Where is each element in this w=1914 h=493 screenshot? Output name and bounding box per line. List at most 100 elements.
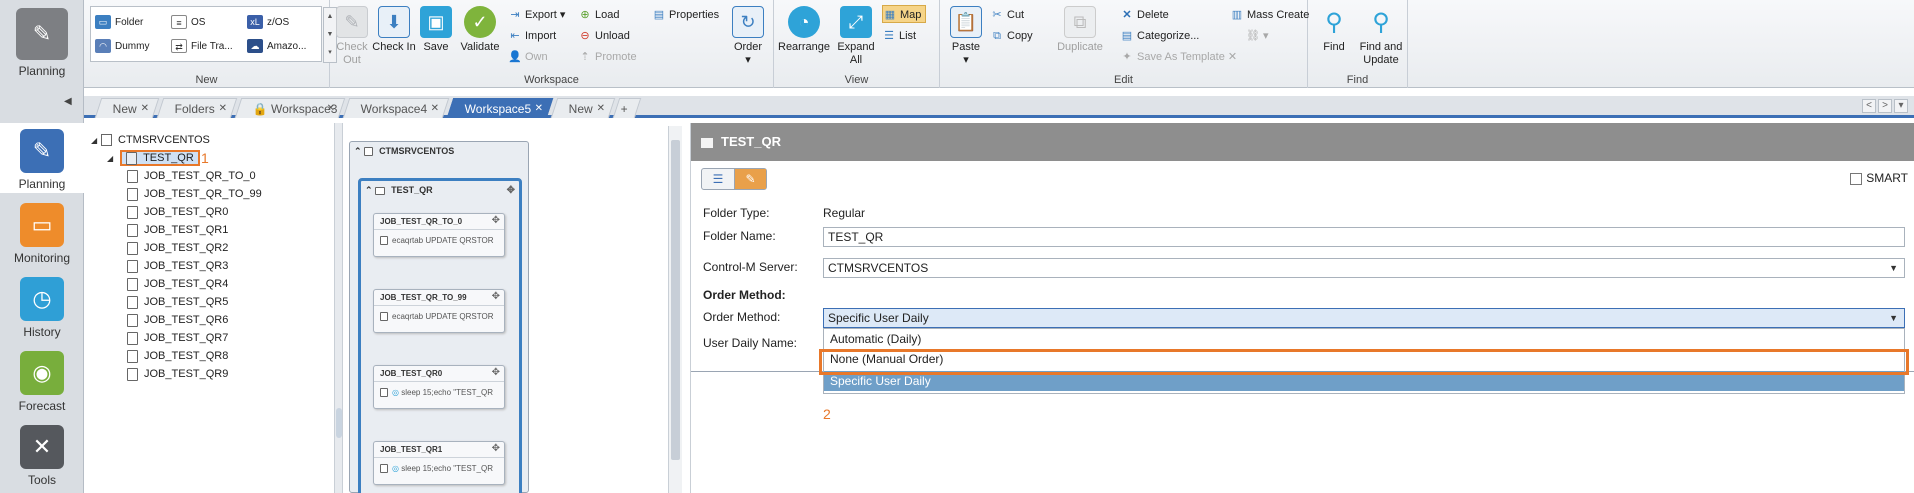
tree-job-node[interactable]: JOB_TEST_QR7 [127,329,228,347]
copy-button[interactable]: ⧉ Copy [990,27,1033,45]
order-method-select[interactable]: Specific User Daily ▼ [823,308,1905,328]
gallery-item-os[interactable]: ≡ OS [171,13,205,33]
tree-job-node[interactable]: JOB_TEST_QR2 [127,239,228,257]
next-tab-icon[interactable]: > [1878,99,1892,113]
collapse-triangle-icon[interactable]: ◢ [107,150,117,168]
tree-splitter[interactable] [335,123,343,493]
import-button[interactable]: ⇤ Import [508,27,556,45]
duplicate-button[interactable]: ⧉ Duplicate [1052,6,1108,54]
gallery-item-amazon[interactable]: ☁ Amazo... [247,37,306,57]
unload-button[interactable]: ⊖ Unload [578,27,629,45]
rail-item-planning[interactable]: ✎ Planning [0,123,84,193]
move-handle-icon[interactable]: ✥ [492,291,500,302]
splitter-grip[interactable] [336,408,342,438]
move-handle-icon[interactable]: ✥ [507,182,515,200]
tree-job-node[interactable]: JOB_TEST_QR4 [127,275,228,293]
folder-name-field[interactable]: TEST_QR [823,227,1905,247]
tree-folder-node[interactable]: ◢ TEST_QR [107,149,200,167]
selected-folder[interactable]: TEST_QR [120,150,200,166]
find-button[interactable]: ⚲ Find [1312,6,1356,54]
checkbox-box[interactable] [1850,172,1863,185]
paste-button[interactable]: 📋 Paste ▾ [944,6,988,67]
tree-job-node[interactable]: JOB_TEST_QR_TO_0 [127,167,256,185]
tree-job-label: JOB_TEST_QR0 [144,206,229,218]
find-and-update-button[interactable]: ⚲ Find and Update [1356,6,1406,67]
job-card[interactable]: JOB_TEST_QR0 ✥ ◎ sleep 15;echo "TEST_QR [373,365,505,409]
link-dropdown-button[interactable]: ⛓ ▾ [1246,27,1269,45]
close-icon[interactable]: ✕ [430,99,438,119]
tree-job-node[interactable]: JOB_TEST_QR6 [127,311,228,329]
rail-item-tools[interactable]: ✕ Tools [0,425,84,487]
mass-create-button[interactable]: ▥ Mass Create [1230,6,1310,24]
job-card[interactable]: JOB_TEST_QR_TO_99 ✥ ecaqrtab UPDATE QRSTOR [373,289,505,333]
map-view-button[interactable]: ▦ Map [882,5,927,23]
job-card[interactable]: JOB_TEST_QR1 ✥ ◎ sleep 15;echo "TEST_QR [373,441,505,485]
load-button[interactable]: ⊕ Load [578,6,619,24]
tab-workspace4[interactable]: Workspace4 ✕ [342,98,450,119]
export-button[interactable]: ⇥ Export ▾ [508,6,565,24]
tree-job-node[interactable]: JOB_TEST_QR0 [127,203,228,221]
tree-server-node[interactable]: ◢ CTMSRVCENTOS [91,131,210,149]
tab-workspace5[interactable]: Workspace5 ✕ [446,98,554,119]
tree-job-node[interactable]: JOB_TEST_QR8 [127,347,228,365]
cut-button[interactable]: ✂ Cut [990,6,1024,24]
tab-new-2[interactable]: New ✕ [550,98,616,119]
check-in-button[interactable]: ⬇ Check In [372,6,416,54]
prev-tab-icon[interactable]: < [1862,99,1876,113]
rail-top-planning[interactable]: ✎ Planning [0,8,84,78]
map-scrollbar[interactable] [668,126,682,493]
validate-button[interactable]: ✓ Validate [458,6,502,54]
gallery-item-file-transfer[interactable]: ⇄ File Tra... [171,37,233,57]
order-button[interactable]: ↻ Order ▾ [726,6,770,67]
own-button[interactable]: 👤 Own [508,48,547,66]
gallery-item-zos[interactable]: xL z/OS [247,13,289,33]
add-tab-button[interactable]: + [612,98,642,118]
option-automatic-daily[interactable]: Automatic (Daily) [824,329,1904,349]
tab-folders[interactable]: Folders ✕ [156,98,238,119]
move-handle-icon[interactable]: ✥ [492,367,500,378]
gallery-item-folder[interactable]: ▭ Folder [95,13,143,33]
close-icon[interactable]: ✕ [140,99,148,119]
job-card[interactable]: JOB_TEST_QR_TO_0 ✥ ecaqrtab UPDATE QRSTOR [373,213,505,257]
tree-job-node[interactable]: JOB_TEST_QR5 [127,293,228,311]
collapse-icon[interactable]: ⌃ [365,185,373,195]
delete-button[interactable]: ✕ Delete [1120,6,1168,24]
gallery-item-dummy[interactable]: ◠ Dummy [95,37,149,57]
collapse-triangle-icon[interactable]: ◢ [91,132,101,150]
tab-workspace3[interactable]: 🔒 Workspace3 ✕ [234,98,346,119]
save-as-template-button[interactable]: ✦ Save As Template ✕ [1120,48,1237,66]
properties-button[interactable]: ▤ Properties [652,6,719,24]
save-button[interactable]: ▣ Save [414,6,458,54]
tab-menu-icon[interactable]: ▾ [1894,99,1908,113]
close-icon[interactable]: ✕ [218,99,226,119]
map-server-box[interactable]: ⌃ CTMSRVCENTOS ⌃ TEST_QR ✥ JOB_TEST_QR_TO… [349,141,529,493]
close-icon[interactable]: ✕ [596,99,604,119]
rail-item-forecast[interactable]: ◉ Forecast [0,351,84,413]
tree-job-node[interactable]: JOB_TEST_QR9 [127,365,228,383]
smart-checkbox[interactable]: SMART [1850,171,1908,185]
expand-all-button[interactable]: ⤢ Expand All [834,6,878,67]
categorize-button[interactable]: ▤ Categorize... [1120,27,1200,45]
tree-job-node[interactable]: JOB_TEST_QR3 [127,257,228,275]
list-view-button[interactable]: ☰ List [882,27,916,45]
control-m-server-select[interactable]: CTMSRVCENTOS ▼ [823,258,1905,278]
scroll-thumb[interactable] [671,140,680,460]
promote-button[interactable]: ⇡ Promote [578,48,636,66]
tab-new[interactable]: New ✕ [94,98,160,119]
edit-mode-icon[interactable]: ✎ [734,169,766,189]
rearrange-button[interactable]: ◔ Rearrange [778,6,830,54]
move-handle-icon[interactable]: ✥ [492,215,500,226]
collapse-icon[interactable]: ⌃ [354,146,362,156]
close-icon[interactable]: ✕ [534,99,542,119]
rail-item-history[interactable]: ◷ History [0,277,84,339]
gallery-item-label: z/OS [267,17,290,28]
tree-job-node[interactable]: JOB_TEST_QR_TO_99 [127,185,262,203]
tree-job-node[interactable]: JOB_TEST_QR1 [127,221,228,239]
list-mode-icon[interactable]: ☰ [702,169,734,189]
close-icon[interactable]: ✕ [326,99,334,119]
rail-item-monitoring[interactable]: ▭ Monitoring [0,203,84,265]
move-handle-icon[interactable]: ✥ [492,443,500,454]
map-folder-box[interactable]: ⌃ TEST_QR ✥ JOB_TEST_QR_TO_0 ✥ ecaqrtab UPD… [358,178,522,493]
check-out-button[interactable]: ✎ Check Out [330,6,374,67]
collapse-arrow-icon[interactable]: ◀ [64,96,72,107]
